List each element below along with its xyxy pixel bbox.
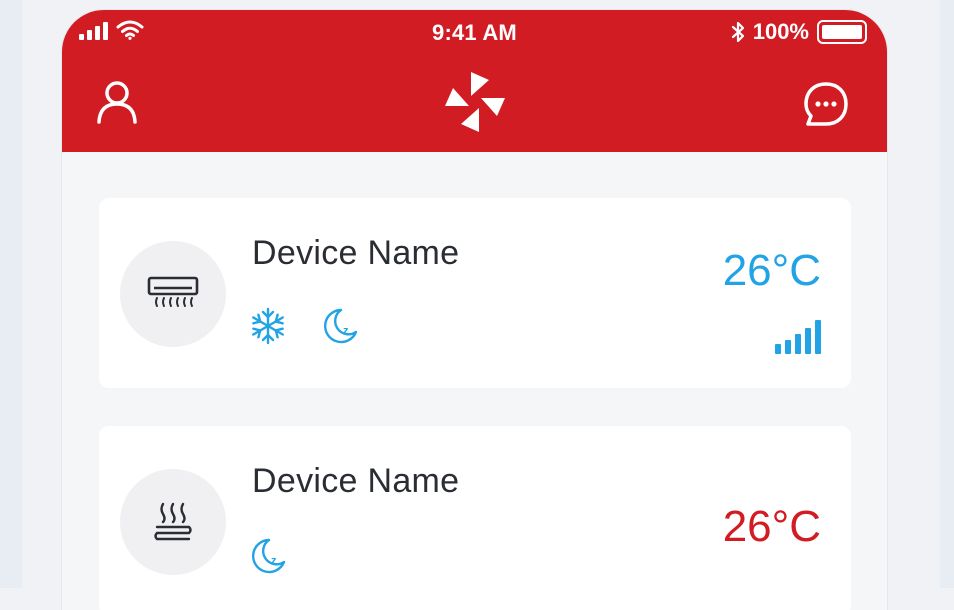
svg-text:z: z: [271, 555, 277, 567]
signal-strength-icon: [775, 320, 821, 354]
battery-percent: 100%: [752, 19, 809, 44]
mode-icons: z: [249, 536, 287, 576]
mode-icons: z: [249, 306, 359, 346]
device-name: Device Name: [252, 234, 460, 272]
air-conditioner-icon: [120, 241, 226, 347]
brand-logo-icon: [445, 72, 505, 132]
status-right: 100%: [731, 19, 867, 45]
background-right: [940, 0, 954, 588]
device-temperature: 26°C: [722, 502, 821, 551]
floor-heating-icon: [120, 469, 226, 575]
device-card[interactable]: Device Name 26°C z: [99, 426, 851, 610]
status-bar: 9:41 AM 100%: [62, 10, 887, 54]
app-header: 9:41 AM 100%: [62, 10, 887, 152]
sleep-moon-icon: z: [252, 538, 286, 574]
device-card[interactable]: Device Name 26°C z: [99, 198, 851, 388]
user-icon[interactable]: [95, 78, 139, 126]
background-left: [0, 0, 22, 588]
device-name: Device Name: [252, 462, 460, 500]
battery-icon: [817, 20, 867, 44]
phone-screen: 9:41 AM 100% Device Name 26°C z Device N…: [62, 10, 887, 610]
snowflake-icon: [252, 307, 284, 345]
chat-icon[interactable]: [802, 80, 850, 128]
bluetooth-icon: [731, 21, 744, 43]
svg-text:z: z: [343, 325, 349, 337]
sleep-moon-icon: z: [324, 308, 358, 344]
device-temperature: 26°C: [722, 246, 821, 295]
